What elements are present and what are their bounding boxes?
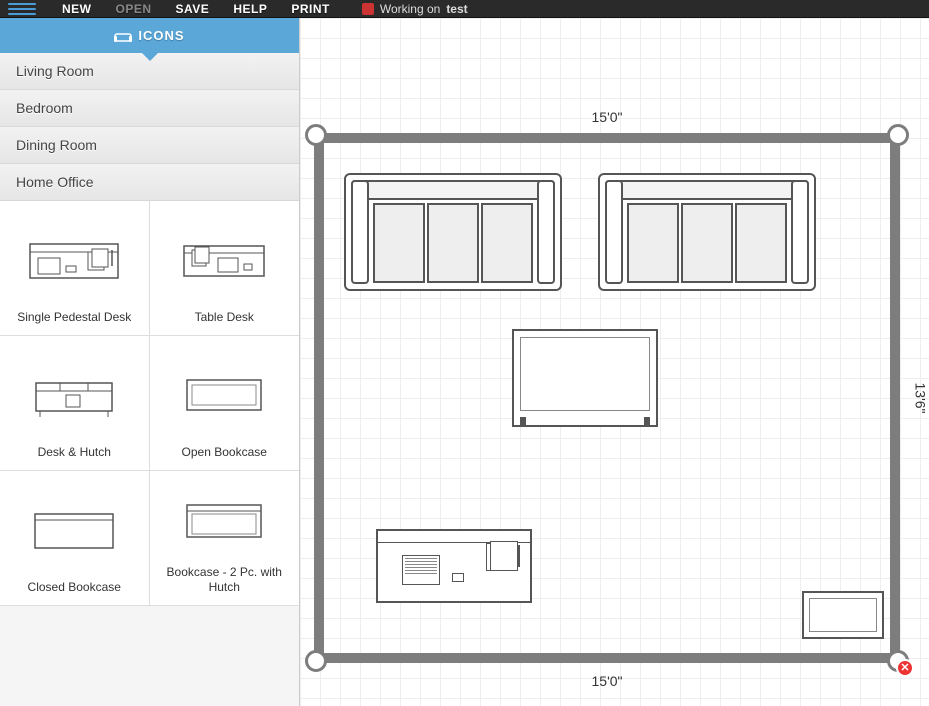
furniture-bookcase[interactable] <box>802 591 884 639</box>
corner-handle-tl[interactable] <box>305 124 327 146</box>
desk-hutch-icon <box>6 344 143 445</box>
bookcase-icon <box>6 479 143 580</box>
furniture-sofa[interactable] <box>598 173 816 291</box>
dimension-top: 15'0" <box>591 109 622 125</box>
icons-tab-label: ICONS <box>138 28 184 43</box>
toolbar-open[interactable]: OPEN <box>104 2 164 16</box>
dimension-left: 13'6" <box>300 382 302 413</box>
category-dining-room[interactable]: Dining Room <box>0 127 299 164</box>
palette-item-label: Bookcase - 2 Pc. with Hutch <box>156 565 294 595</box>
main-toolbar: NEW OPEN SAVE HELP PRINT Working on test <box>0 0 929 18</box>
category-home-office[interactable]: Home Office <box>0 164 299 201</box>
room[interactable]: ✕ 15'0" 15'0" 13'6" 13'6" <box>314 133 900 663</box>
toolbar-new[interactable]: NEW <box>50 2 104 16</box>
sofa-icon <box>114 31 132 43</box>
palette-item-label: Single Pedestal Desk <box>17 310 131 325</box>
icons-tab[interactable]: ICONS <box>0 18 299 53</box>
toolbar-save[interactable]: SAVE <box>164 2 222 16</box>
working-on-label: Working on <box>380 2 440 16</box>
desk-icon <box>156 209 294 310</box>
desk-icon <box>6 209 143 310</box>
bookcase-hutch-icon <box>156 479 294 565</box>
palette-table-desk[interactable]: Table Desk <box>150 201 300 336</box>
furniture-desk[interactable] <box>376 529 532 603</box>
dimension-right: 13'6" <box>912 382 928 413</box>
palette-bookcase-2pc-hutch[interactable]: Bookcase - 2 Pc. with Hutch <box>150 471 300 606</box>
palette-desk-hutch[interactable]: Desk & Hutch <box>0 336 150 471</box>
menu-icon[interactable] <box>8 0 36 18</box>
palette-item-label: Desk & Hutch <box>38 445 111 460</box>
toolbar-print[interactable]: PRINT <box>279 2 342 16</box>
palette-item-label: Open Bookcase <box>182 445 267 460</box>
palette-item-label: Table Desk <box>195 310 254 325</box>
palette-closed-bookcase[interactable]: Closed Bookcase <box>0 471 150 606</box>
category-list: Living Room Bedroom Dining Room Home Off… <box>0 53 299 201</box>
bookcase-icon <box>156 344 294 445</box>
palette-single-pedestal-desk[interactable]: Single Pedestal Desk <box>0 201 150 336</box>
furniture-sofa[interactable] <box>344 173 562 291</box>
furniture-coffee-table[interactable] <box>512 329 658 427</box>
unsaved-icon <box>362 3 374 15</box>
dimension-bottom: 15'0" <box>591 673 622 689</box>
corner-handle-tr[interactable] <box>887 124 909 146</box>
corner-handle-bl[interactable] <box>305 650 327 672</box>
palette-item-label: Closed Bookcase <box>28 580 121 595</box>
category-bedroom[interactable]: Bedroom <box>0 90 299 127</box>
delete-room-button[interactable]: ✕ <box>896 659 914 677</box>
toolbar-help[interactable]: HELP <box>221 2 279 16</box>
working-on-indicator: Working on test <box>362 2 468 16</box>
palette-open-bookcase[interactable]: Open Bookcase <box>150 336 300 471</box>
furniture-palette: Single Pedestal Desk Table Desk Desk & H… <box>0 201 299 606</box>
sidebar: ICONS Living Room Bedroom Dining Room Ho… <box>0 18 300 706</box>
floorplan-canvas[interactable]: ✕ 15'0" 15'0" 13'6" 13'6" <box>300 18 929 706</box>
project-name: test <box>446 2 467 16</box>
